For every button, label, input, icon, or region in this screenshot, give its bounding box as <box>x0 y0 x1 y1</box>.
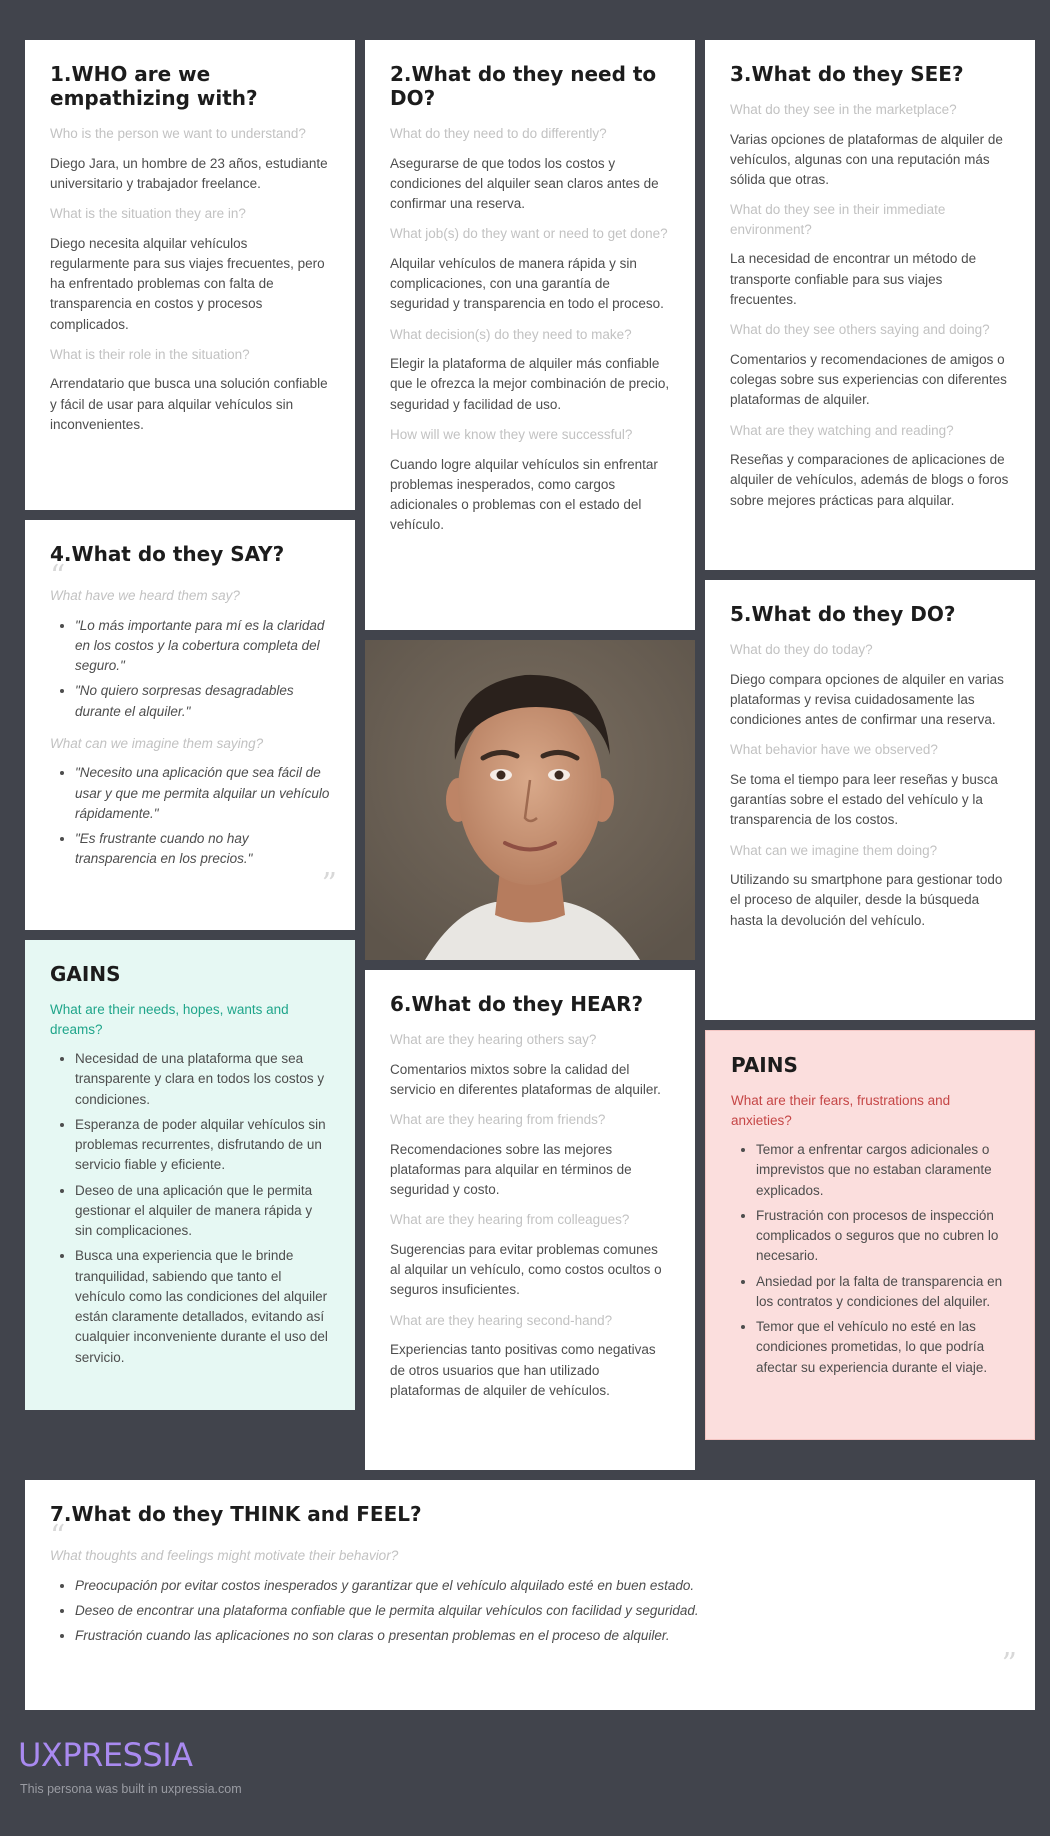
hear-question-3: What are they hearing from colleagues? <box>390 1212 630 1228</box>
who-answer-1: Diego Jara, un hombre de 23 años, estudi… <box>50 155 328 191</box>
pains-item: Temor que el vehículo no esté en las con… <box>756 1317 1009 1378</box>
gains-question: What are their needs, hopes, wants and d… <box>50 1002 289 1037</box>
persona-photo <box>365 640 695 960</box>
need-answer-2: Alquilar vehículos de manera rápida y si… <box>390 255 664 312</box>
think-feel-item: Deseo de encontrar una plataforma confia… <box>75 1601 1010 1621</box>
pains-item: Ansiedad por la falta de transparencia e… <box>756 1272 1009 1313</box>
pains-item: Frustración con procesos de inspección c… <box>756 1206 1009 1267</box>
gains-item: Busca una experiencia que le brinde tran… <box>75 1246 330 1368</box>
see-question-3: What do they see others saying and doing… <box>730 322 990 338</box>
say-question-2: What can we imagine them saying? <box>50 735 264 751</box>
say-heard-list: "Lo más importante para mí es la clarida… <box>50 616 330 722</box>
need-to-do-card: 2.What do they need to DO? What do they … <box>365 40 695 630</box>
who-title: 1.WHO are we empathizing with? <box>50 62 258 110</box>
pains-list: Temor a enfrentar cargos adicionales o i… <box>731 1140 1009 1378</box>
who-answer-2: Diego necesita alquilar vehículos regula… <box>50 235 325 332</box>
see-title: 3.What do they SEE? <box>730 62 964 86</box>
gains-card: GAINS What are their needs, hopes, wants… <box>25 940 355 1410</box>
need-question-1: What do they need to do differently? <box>390 126 607 141</box>
persona-portrait-image <box>365 640 695 960</box>
do-answer-3: Utilizando su smartphone para gestionar … <box>730 872 1003 928</box>
quote-close-icon: ” <box>321 867 337 902</box>
who-question-1: Who is the person we want to understand? <box>50 126 306 141</box>
say-imagine-item: "Necesito una aplicación que sea fácil d… <box>75 763 330 824</box>
need-question-4: How will we know they were successful? <box>390 426 633 442</box>
see-answer-2: La necesidad de encontrar un método de t… <box>730 251 977 307</box>
say-card: 4.What do they SAY? “ What have we heard… <box>25 520 355 930</box>
need-answer-4: Cuando logre alquilar vehículos sin enfr… <box>390 456 658 533</box>
quote-open-icon: “ <box>50 1519 66 1554</box>
need-question-3: What decision(s) do they need to make? <box>390 326 632 342</box>
do-question-1: What do they do today? <box>730 642 873 657</box>
do-card: 5.What do they DO? What do they do today… <box>705 580 1035 1020</box>
see-answer-3: Comentarios y recomendaciones de amigos … <box>730 351 1007 408</box>
say-heard-item: "No quiero sorpresas desagradables duran… <box>75 681 330 722</box>
see-question-2: What do they see in their immediate envi… <box>730 202 946 237</box>
hear-card: 6.What do they HEAR? What are they heari… <box>365 970 695 1470</box>
see-card: 3.What do they SEE? What do they see in … <box>705 40 1035 570</box>
need-answer-3: Elegir la plataforma de alquiler más con… <box>390 356 670 412</box>
hear-answer-1: Comentarios mixtos sobre la calidad del … <box>390 1061 661 1097</box>
who-card: 1.WHO are we empathizing with? Who is th… <box>25 40 355 510</box>
hear-answer-4: Experiencias tanto positivas como negati… <box>390 1342 656 1398</box>
need-to-do-title: 2.What do they need to DO? <box>390 62 657 110</box>
think-feel-item: Frustración cuando las aplicaciones no s… <box>75 1626 1010 1646</box>
who-question-3: What is their role in the situation? <box>50 346 250 362</box>
think-feel-title: 7.What do they THINK and FEEL? <box>50 1502 422 1526</box>
see-answer-1: Varias opciones de plataformas de alquil… <box>730 131 1003 188</box>
think-feel-list: Preocupación por evitar costos inesperad… <box>50 1576 1010 1647</box>
who-answer-3: Arrendatario que busca una solución conf… <box>50 376 328 432</box>
quote-open-icon: “ <box>50 559 66 594</box>
hear-question-2: What are they hearing from friends? <box>390 1112 606 1128</box>
gains-item: Necesidad de una plataforma que sea tran… <box>75 1049 330 1110</box>
do-question-3: What can we imagine them doing? <box>730 842 938 858</box>
hear-question-1: What are they hearing others say? <box>390 1032 597 1047</box>
hear-answer-3: Sugerencias para evitar problemas comune… <box>390 1241 662 1298</box>
pains-item: Temor a enfrentar cargos adicionales o i… <box>756 1140 1009 1201</box>
gains-title: GAINS <box>50 962 121 986</box>
gains-item: Deseo de una aplicación que le permita g… <box>75 1181 330 1242</box>
say-title: 4.What do they SAY? <box>50 542 285 566</box>
say-heard-item: "Lo más importante para mí es la clarida… <box>75 616 330 677</box>
think-feel-item: Preocupación por evitar costos inesperad… <box>75 1576 1010 1596</box>
hear-title: 6.What do they HEAR? <box>390 992 644 1016</box>
need-question-2: What job(s) do they want or need to get … <box>390 226 668 242</box>
do-answer-2: Se toma el tiempo para leer reseñas y bu… <box>730 771 998 828</box>
do-answer-1: Diego compara opciones de alquiler en va… <box>730 671 1004 728</box>
hear-answer-2: Recomendaciones sobre las mejores plataf… <box>390 1141 632 1198</box>
say-imagine-item: "Es frustrante cuando no hay transparenc… <box>75 829 330 870</box>
pains-title: PAINS <box>731 1053 798 1077</box>
do-title: 5.What do they DO? <box>730 602 956 626</box>
pains-question: What are their fears, frustrations and a… <box>731 1093 951 1128</box>
uxpressia-logo[interactable]: UXPRESSIA <box>18 1736 193 1774</box>
do-question-2: What behavior have we observed? <box>730 742 938 758</box>
need-answer-1: Asegurarse de que todos los costos y con… <box>390 155 659 212</box>
see-question-4: What are they watching and reading? <box>730 422 954 438</box>
say-imagine-list: "Necesito una aplicación que sea fácil d… <box>50 763 330 869</box>
think-feel-question: What thoughts and feelings might motivat… <box>50 1548 399 1563</box>
gains-item: Esperanza de poder alquilar vehículos si… <box>75 1115 330 1176</box>
see-answer-4: Reseñas y comparaciones de aplicaciones … <box>730 452 1009 508</box>
quote-close-icon: ” <box>1001 1647 1017 1682</box>
pains-card: PAINS What are their fears, frustrations… <box>705 1030 1035 1440</box>
say-question-1: What have we heard them say? <box>50 588 240 603</box>
hear-question-4: What are they hearing second-hand? <box>390 1312 613 1328</box>
footer-note: This persona was built in uxpressia.com <box>20 1782 242 1796</box>
gains-list: Necesidad de una plataforma que sea tran… <box>50 1049 330 1368</box>
think-feel-card: 7.What do they THINK and FEEL? “ What th… <box>25 1480 1035 1710</box>
see-question-1: What do they see in the marketplace? <box>730 102 957 117</box>
who-question-2: What is the situation they are in? <box>50 206 246 222</box>
